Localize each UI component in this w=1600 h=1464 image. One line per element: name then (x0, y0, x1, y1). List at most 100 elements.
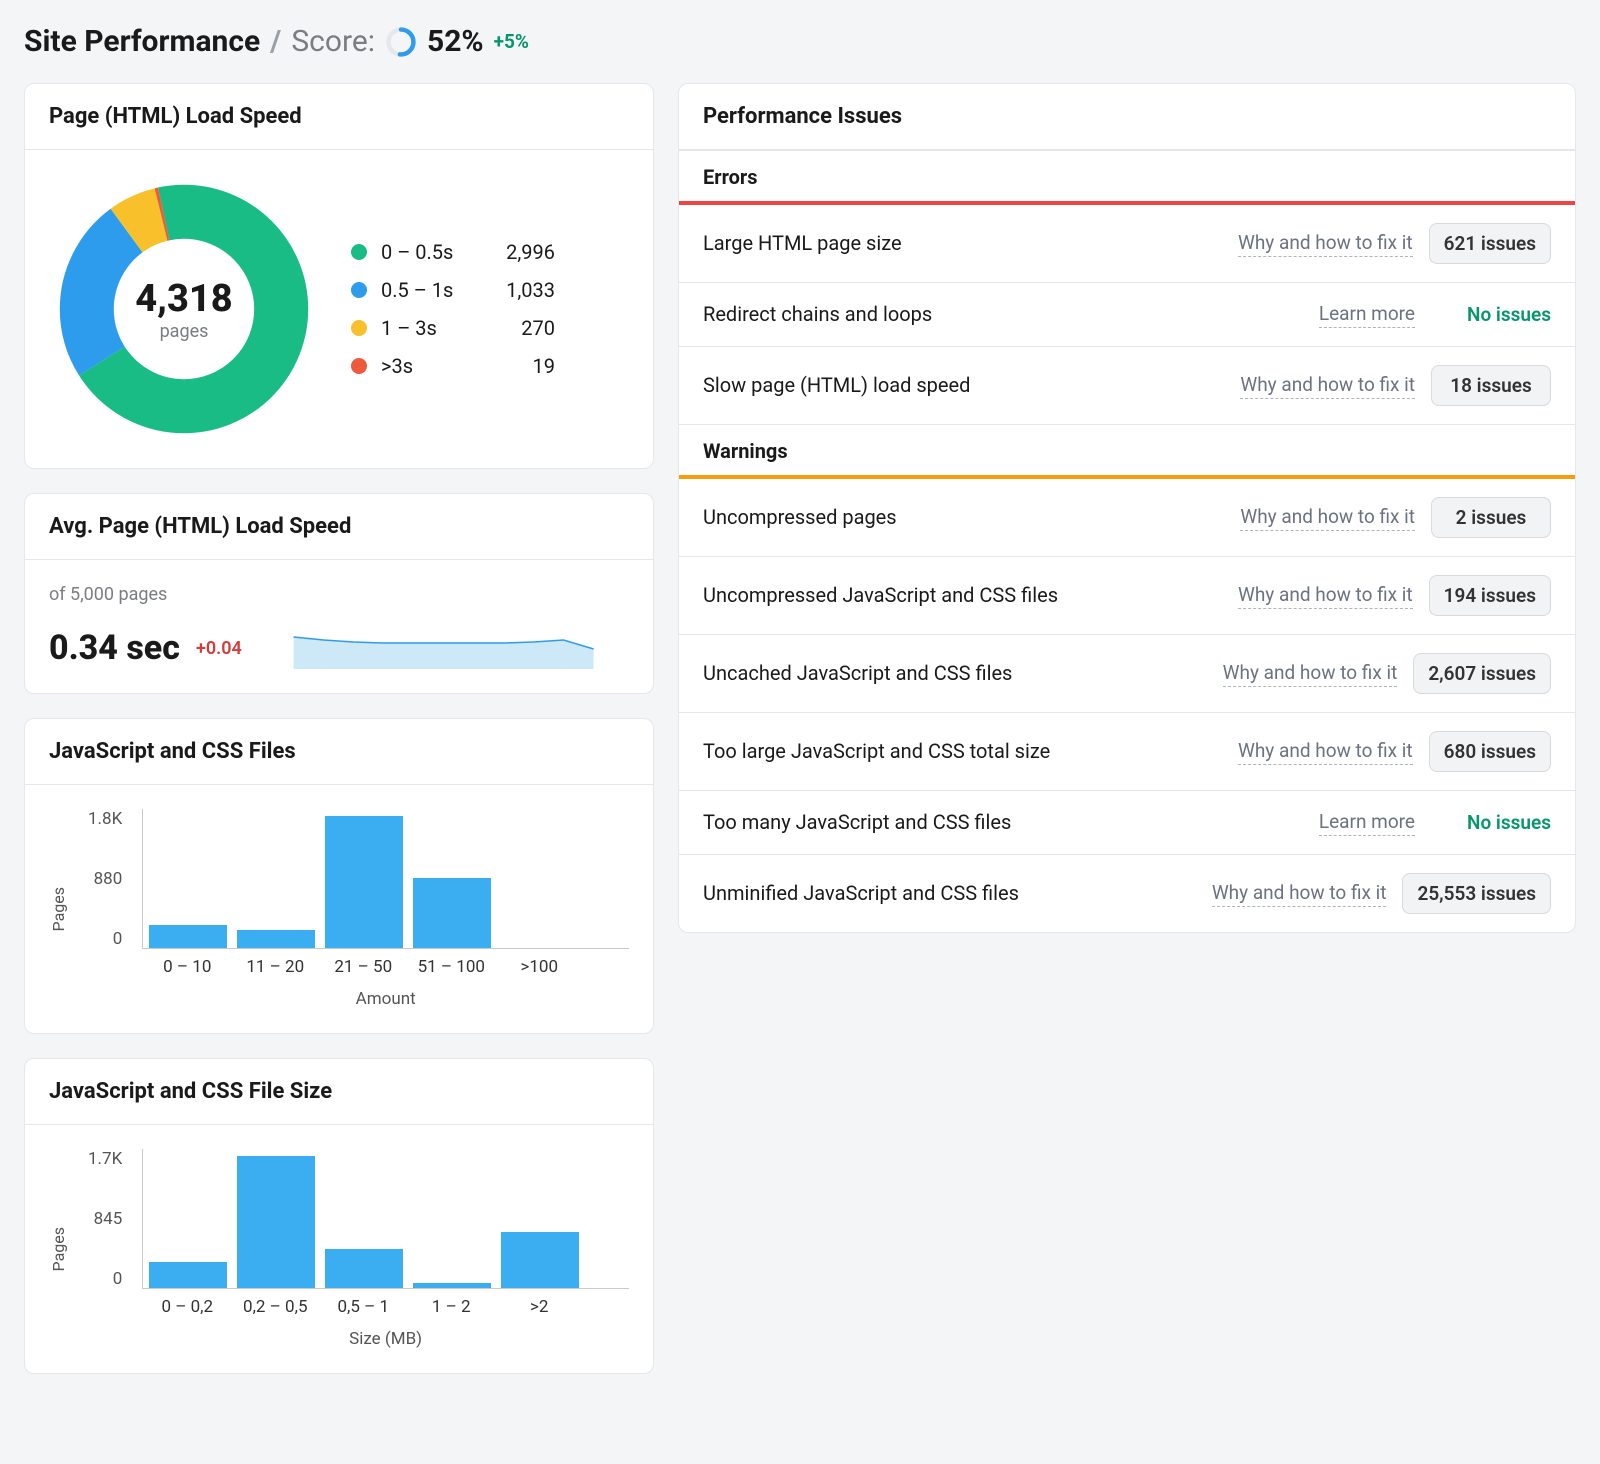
score-ring-icon (385, 26, 417, 58)
y-axis-ticks: 1.8K 880 0 (88, 809, 130, 949)
x-axis-label: Amount (142, 989, 629, 1009)
y-tick: 0 (113, 929, 123, 949)
legend-dot-icon (351, 244, 367, 260)
issue-row: Too many JavaScript and CSS filesLearn m… (679, 791, 1575, 855)
issue-count-badge[interactable]: 2 issues (1431, 497, 1551, 538)
fix-link[interactable]: Why and how to fix it (1212, 881, 1387, 907)
legend-value: 1,033 (485, 278, 555, 302)
issue-count-badge[interactable]: 680 issues (1429, 731, 1551, 772)
y-tick: 1.7K (88, 1149, 122, 1169)
legend-item: 1 – 3s 270 (351, 316, 555, 340)
legend-value: 2,996 (485, 240, 555, 264)
donut-total: 4,318 (135, 277, 232, 321)
x-axis-label: Size (MB) (142, 1329, 629, 1349)
y-axis-label: Pages (49, 887, 68, 931)
issue-row: Too large JavaScript and CSS total sizeW… (679, 713, 1575, 791)
issue-count-badge[interactable]: 2,607 issues (1413, 653, 1551, 694)
issue-row: Redirect chains and loops Learn more No is… (679, 283, 1575, 347)
bar[interactable] (237, 930, 315, 948)
legend-label: 1 – 3s (381, 316, 471, 340)
donut-total-label: pages (160, 321, 209, 342)
y-axis-label: Pages (49, 1227, 68, 1271)
legend-value: 270 (485, 316, 555, 340)
fix-link[interactable]: Why and how to fix it (1238, 231, 1413, 257)
legend-label: >3s (381, 354, 471, 378)
card-page-load-speed: Page (HTML) Load Speed 4,318 pages 0 – 0… (24, 83, 654, 469)
section-warnings-header: Warnings (679, 424, 1575, 479)
bar[interactable] (501, 1232, 579, 1288)
issue-row: Large HTML page sizeWhy and how to fix i… (679, 205, 1575, 283)
y-tick: 845 (94, 1209, 123, 1229)
issue-row: Uncached JavaScript and CSS files Why and… (679, 635, 1575, 713)
learn-more-link[interactable]: Learn more (1319, 810, 1415, 836)
bar-chart (142, 809, 629, 949)
bar[interactable] (237, 1156, 315, 1288)
sparkline-chart (258, 627, 629, 669)
bar-label: 0,5 – 1 (324, 1297, 402, 1317)
page-title: Site Performance (24, 24, 260, 59)
bar[interactable] (149, 1262, 227, 1288)
issue-name: Redirect chains and loops (703, 301, 1303, 328)
legend-item: 0.5 – 1s 1,033 (351, 278, 555, 302)
bar[interactable] (149, 925, 227, 948)
x-axis-ticks: 0 – 0,20,2 – 0,50,5 – 11 – 2>2 (142, 1289, 629, 1317)
issue-name: Uncompressed JavaScript and CSS files (703, 582, 1222, 609)
page-header: Site Performance / Score: 52% +5% (24, 24, 1576, 59)
bar-label: 0 – 0,2 (148, 1297, 226, 1317)
fix-link[interactable]: Why and how to fix it (1238, 739, 1413, 765)
donut-chart: 4,318 pages (49, 174, 319, 444)
card-avg-load-speed: Avg. Page (HTML) Load Speed of 5,000 pag… (24, 493, 654, 694)
legend-item: 0 – 0.5s2,996 (351, 240, 555, 264)
learn-more-link[interactable]: Learn more (1319, 302, 1415, 328)
bar-label: 11 – 20 (236, 957, 314, 977)
card-title: Page (HTML) Load Speed (25, 84, 653, 150)
bar[interactable] (413, 1283, 491, 1288)
y-tick: 1.8K (88, 809, 122, 829)
bar-label: 21 – 50 (324, 957, 402, 977)
bar-chart (142, 1149, 629, 1289)
fix-link[interactable]: Why and how to fix it (1238, 583, 1413, 609)
issue-row: Uncompressed JavaScript and CSS files Why… (679, 557, 1575, 635)
bar[interactable] (325, 1249, 403, 1288)
legend-label: 0.5 – 1s (381, 278, 471, 302)
legend-dot-icon (351, 320, 367, 336)
donut-legend: 0 – 0.5s2,996 0.5 – 1s 1,033 1 – 3s 270 >3s 19 (351, 240, 555, 378)
fix-link[interactable]: Why and how to fix it (1240, 373, 1415, 399)
y-tick: 880 (94, 869, 123, 889)
issue-name: Slow page (HTML) load speed (703, 372, 1224, 399)
avg-subtitle: of 5,000 pages (49, 584, 629, 605)
fix-link[interactable]: Why and how to fix it (1223, 661, 1398, 687)
issue-name: Unminified JavaScript and CSS files (703, 880, 1196, 907)
section-errors-header: Errors (679, 150, 1575, 205)
issue-row: Uncompressed pagesWhy and how to fix it2… (679, 479, 1575, 557)
issue-count-badge[interactable]: 621 issues (1429, 223, 1551, 264)
card-title: JavaScript and CSS File Size (25, 1059, 653, 1125)
y-tick: 0 (113, 1269, 123, 1289)
no-issues-label: No issues (1431, 811, 1551, 834)
avg-value: 0.34 sec (49, 628, 180, 668)
card-js-css-size: JavaScript and CSS File Size Pages 1.7K 8… (24, 1058, 654, 1374)
issue-count-badge[interactable]: 18 issues (1431, 365, 1551, 406)
no-issues-label: No issues (1431, 303, 1551, 326)
bar-label: >2 (500, 1297, 578, 1317)
card-performance-issues: Performance Issues Errors Large HTML pag… (678, 83, 1576, 933)
bar-label: 1 – 2 (412, 1297, 490, 1317)
bar[interactable] (413, 878, 491, 948)
breadcrumb-separator: / (270, 24, 281, 59)
issue-count-badge[interactable]: 25,553 issues (1402, 873, 1551, 914)
score-delta: +5% (494, 30, 529, 53)
bar[interactable] (325, 816, 403, 948)
avg-delta: +0.04 (196, 638, 242, 659)
x-axis-ticks: 0 – 1011 – 2021 – 5051 – 100>100 (142, 949, 629, 977)
issue-name: Uncached JavaScript and CSS files (703, 660, 1207, 687)
fix-link[interactable]: Why and how to fix it (1240, 505, 1415, 531)
legend-value: 19 (485, 354, 555, 378)
card-js-css-files: JavaScript and CSS Files Pages 1.8K 880 0 … (24, 718, 654, 1034)
bar-label: 0 – 10 (148, 957, 226, 977)
card-title: Avg. Page (HTML) Load Speed (25, 494, 653, 560)
card-title: JavaScript and CSS Files (25, 719, 653, 785)
legend-dot-icon (351, 358, 367, 374)
issue-row: Slow page (HTML) load speed Why and how t… (679, 347, 1575, 424)
score-label: Score: (291, 24, 375, 59)
issue-count-badge[interactable]: 194 issues (1429, 575, 1551, 616)
